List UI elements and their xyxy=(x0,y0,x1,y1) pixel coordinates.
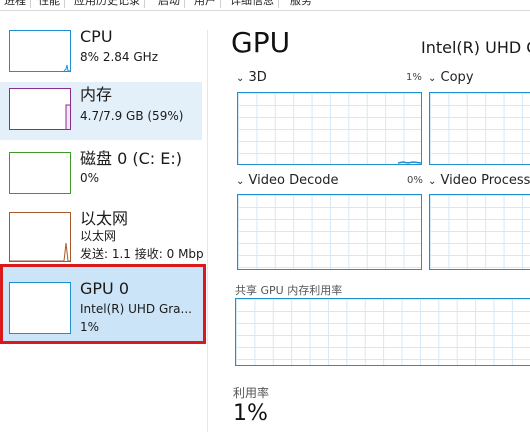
tab-services[interactable]: 服务 xyxy=(286,0,316,8)
engine-3d-graph xyxy=(237,92,422,165)
tab-details[interactable]: 详细信息 xyxy=(226,0,279,8)
gpu-usage-detail: 1% xyxy=(80,320,100,334)
sidebar-item-ethernet[interactable]: 以太网 以太网 发送: 1.1 接收: 0 Mbp xyxy=(0,206,204,264)
engine-video-processing-graph xyxy=(429,194,530,270)
panel-divider xyxy=(207,30,208,432)
ethernet-throughput: 发送: 1.1 接收: 0 Mbp xyxy=(80,247,204,261)
page-title: GPU xyxy=(231,26,291,59)
sidebar-item-label: GPU 0 xyxy=(80,279,130,298)
ethernet-adapter-name: 以太网 xyxy=(80,229,117,243)
tab-app-history[interactable]: 应用历史记录 xyxy=(70,0,145,8)
chevron-down-icon: ⌄ xyxy=(428,176,437,187)
engine-video-decode-percent: 0% xyxy=(407,175,423,186)
performance-sidebar: CPU 8% 2.84 GHz 内存 4.7/7.9 GB (59%) 磁盘 0… xyxy=(0,12,206,432)
chevron-down-icon: ⌄ xyxy=(236,176,245,187)
tab-performance[interactable]: 性能 xyxy=(34,0,65,8)
sidebar-item-gpu-selected[interactable]: GPU 0 Intel(R) UHD Gra... 1% xyxy=(0,264,206,344)
gpu-adapter-name: Intel(R) UHD Gra... xyxy=(80,302,192,316)
cpu-usage-detail: 8% 2.84 GHz xyxy=(80,50,159,64)
tab-strip: 进程 性能 应用历史记录 启动 用户 详细信息 服务 xyxy=(0,0,530,11)
utilization-value: 1% xyxy=(233,401,268,426)
disk-usage-detail: 0% xyxy=(80,171,100,185)
chevron-down-icon: ⌄ xyxy=(428,73,437,84)
disk-thumbnail-graph xyxy=(9,152,71,194)
sidebar-item-label: CPU xyxy=(80,27,113,46)
tab-startup[interactable]: 启动 xyxy=(154,0,185,8)
memory-thumbnail-graph xyxy=(9,88,71,130)
engine-video-decode-graph xyxy=(237,194,422,270)
gpu-device-name: Intel(R) UHD G xyxy=(421,38,530,57)
shared-memory-graph xyxy=(235,298,530,366)
sidebar-item-disk[interactable]: 磁盘 0 (C: E:) 0% xyxy=(0,146,202,204)
engine-3d-percent: 1% xyxy=(406,72,422,83)
engine-selector-video-processing[interactable]: ⌄ Video Processi xyxy=(428,173,530,190)
shared-memory-label: 共享 GPU 内存利用率 xyxy=(235,284,343,297)
engine-copy-graph xyxy=(429,92,530,165)
ethernet-thumbnail-graph xyxy=(9,212,71,262)
engine-selector-3d[interactable]: ⌄ 3D xyxy=(236,70,267,87)
tab-processes[interactable]: 进程 xyxy=(0,0,31,8)
sidebar-item-label: 内存 xyxy=(80,85,113,104)
sidebar-item-label: 以太网 xyxy=(80,209,129,228)
utilization-label: 利用率 xyxy=(233,386,270,400)
sidebar-item-cpu[interactable]: CPU 8% 2.84 GHz xyxy=(0,24,202,82)
gpu-thumbnail-graph xyxy=(9,282,71,334)
sidebar-item-memory[interactable]: 内存 4.7/7.9 GB (59%) xyxy=(0,82,202,140)
cpu-thumbnail-graph xyxy=(9,30,71,72)
engine-selector-video-decode[interactable]: ⌄ Video Decode xyxy=(236,173,338,190)
chevron-down-icon: ⌄ xyxy=(236,73,245,84)
tab-users[interactable]: 用户 xyxy=(190,0,221,8)
sidebar-item-label: 磁盘 0 (C: E:) xyxy=(80,149,182,168)
memory-usage-detail: 4.7/7.9 GB (59%) xyxy=(80,109,184,123)
engine-selector-copy[interactable]: ⌄ Copy xyxy=(428,70,474,87)
